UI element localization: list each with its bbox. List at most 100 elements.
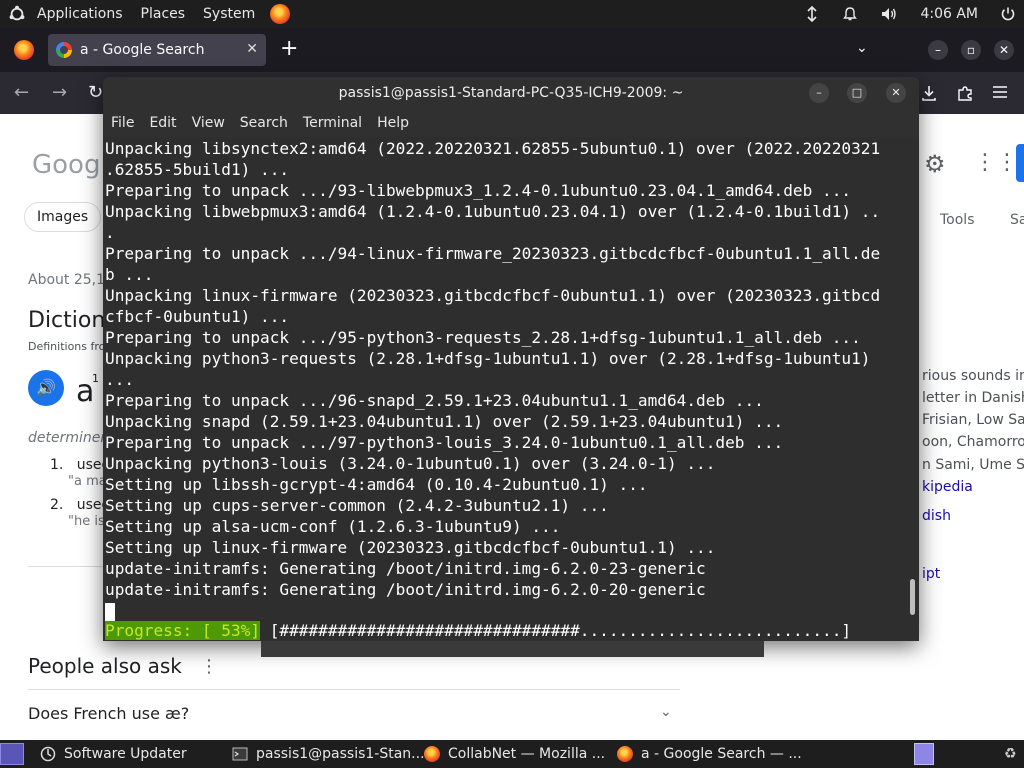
firefox-launcher-icon[interactable] <box>270 4 291 24</box>
forward-arrow-icon[interactable]: → <box>52 82 67 103</box>
taskbar-item-label: passis1@passis1-Stan... <box>256 746 425 762</box>
trash-icon[interactable]: ♻ <box>1004 746 1017 762</box>
knowledge-panel-text-3: Frisian, Low Sax <box>922 412 1024 428</box>
clock[interactable]: 4:06 AM <box>920 6 978 22</box>
firefox-icon <box>617 746 633 762</box>
terminal-cursor-line <box>105 600 919 621</box>
reload-icon[interactable]: ↻ <box>88 82 103 103</box>
menu-search[interactable]: Search <box>240 115 288 131</box>
top-panel-menu: Applications Places System <box>0 4 291 24</box>
software-updater-icon <box>40 746 56 762</box>
danish-link[interactable]: dish <box>922 508 951 524</box>
taskbar-item-terminal[interactable]: passis1@passis1-Stan... <box>232 744 425 764</box>
taskbar-item-label: Software Updater <box>64 746 187 762</box>
menu-view[interactable]: View <box>192 115 225 131</box>
terminal-titlebar[interactable]: passis1@passis1-Standard-PC-Q35-ICH9-200… <box>103 77 919 109</box>
back-arrow-icon[interactable]: ← <box>14 82 29 103</box>
more-options-icon[interactable]: ⋮ <box>200 656 218 677</box>
tab-close-icon[interactable]: ✕ <box>246 41 258 57</box>
filter-chip-images[interactable]: Images <box>24 202 102 232</box>
taskbar-item-software-updater[interactable]: Software Updater <box>40 744 187 764</box>
background-window-edge <box>261 641 764 657</box>
progress-bar: [###############################........… <box>260 621 852 640</box>
firefox-maximize-icon[interactable]: ▫ <box>961 40 981 60</box>
knowledge-panel-text-2: letter in Danish, <box>922 390 1024 406</box>
definitions-source: Definitions fro <box>28 340 106 353</box>
definition-1: 1. used <box>50 457 110 473</box>
part-of-speech: determiner <box>28 430 107 446</box>
firefox-close-icon[interactable]: ✕ <box>994 40 1014 60</box>
results-count: About 25,15 <box>28 272 114 288</box>
question-1[interactable]: Does French use æ? <box>28 704 189 723</box>
show-desktop-button[interactable] <box>0 743 24 765</box>
settings-gear-icon[interactable]: ⚙ <box>924 150 946 178</box>
google-favicon-icon <box>56 42 72 58</box>
pronunciation-speaker-icon[interactable]: 🔊 <box>28 370 64 406</box>
new-tab-button[interactable]: + <box>280 36 298 61</box>
terminal-minimize-icon[interactable]: – <box>809 83 829 103</box>
taskbar-item-google-search[interactable]: a - Google Search — ... <box>617 744 802 764</box>
safesearch-button[interactable]: Sa <box>1010 212 1024 228</box>
menu-file[interactable]: File <box>111 115 134 131</box>
menu-help[interactable]: Help <box>377 115 409 131</box>
dictionary-word-superscript: 1 <box>92 372 99 385</box>
terminal-line: Unpacking snapd (2.59.1+23.04ubuntu1.1) … <box>105 412 784 431</box>
terminal-title: passis1@passis1-Standard-PC-Q35-ICH9-200… <box>338 85 684 101</box>
desktop: Applications Places System 4:06 AM a - G… <box>0 0 1024 768</box>
tools-button[interactable]: Tools <box>940 212 975 228</box>
script-link[interactable]: ipt <box>922 566 940 582</box>
terminal-line: Preparing to unpack .../96-snapd_2.59.1+… <box>105 391 764 410</box>
terminal-line: .62855-5build1) ... <box>105 160 290 179</box>
taskbar-item-collabnet[interactable]: CollabNet — Mozilla ... <box>424 744 605 764</box>
terminal-close-icon[interactable]: ✕ <box>886 83 906 103</box>
terminal-line: Setting up linux-firmware (20230323.gitb… <box>105 538 716 557</box>
terminal-line: Preparing to unpack .../95-python3-reque… <box>105 328 861 347</box>
firefox-minimize-icon[interactable]: – <box>928 40 948 60</box>
progress-label: Progress: [ 53%] <box>105 621 261 640</box>
terminal-line: Unpacking libsynctex2:amd64 (2022.202203… <box>105 139 881 158</box>
wikipedia-link[interactable]: kipedia <box>922 479 973 495</box>
terminal-line: b ... <box>105 265 154 284</box>
terminal-line: Preparing to unpack .../94-linux-firmwar… <box>105 244 881 263</box>
extensions-puzzle-icon[interactable] <box>956 84 974 102</box>
sign-in-button[interactable] <box>1016 144 1024 182</box>
menu-edit[interactable]: Edit <box>149 115 176 131</box>
bottom-taskbar: Software Updater passis1@passis1-Stan...… <box>0 740 1024 768</box>
terminal-scrollbar[interactable] <box>910 579 915 615</box>
ubuntu-logo-icon[interactable] <box>8 5 26 23</box>
firefox-tab-bar: a - Google Search ✕ + ⌄ – ▫ ✕ <box>0 28 1024 72</box>
terminal-lines: Unpacking libsynctex2:amd64 (2022.202203… <box>105 138 919 600</box>
network-icon[interactable] <box>804 6 820 22</box>
notification-bell-icon[interactable] <box>842 6 858 22</box>
terminal-line: Preparing to unpack .../93-libwebpmux3_1… <box>105 181 852 200</box>
terminal-line: Unpacking python3-requests (2.28.1+dfsg-… <box>105 349 871 368</box>
terminal-line: Unpacking python3-louis (3.24.0-1ubuntu0… <box>105 454 716 473</box>
terminal-line: . <box>105 223 115 242</box>
text-cursor <box>105 602 115 621</box>
downloads-icon[interactable] <box>920 84 938 102</box>
terminal-maximize-icon[interactable]: □ <box>847 83 867 103</box>
places-menu[interactable]: Places <box>134 6 193 22</box>
volume-icon[interactable] <box>880 6 898 22</box>
top-panel-tray: 4:06 AM <box>782 6 1024 22</box>
firefox-icon <box>424 746 440 762</box>
applications-menu[interactable]: Applications <box>30 6 130 22</box>
tab-google-search[interactable]: a - Google Search ✕ <box>48 34 266 66</box>
knowledge-panel-text-5: n Sami, Ume Sar <box>922 457 1024 473</box>
hamburger-menu-icon[interactable] <box>992 85 1008 99</box>
chevron-down-icon[interactable]: ⌄ <box>660 704 672 720</box>
terminal-line: update-initramfs: Generating /boot/initr… <box>105 559 706 578</box>
workspace-switcher[interactable] <box>914 743 934 765</box>
firefox-view-icon[interactable] <box>14 40 34 60</box>
menu-terminal[interactable]: Terminal <box>303 115 362 131</box>
taskbar-item-label: a - Google Search — ... <box>641 746 802 762</box>
terminal-line: Setting up cups-server-common (2.4.2-3ub… <box>105 496 609 515</box>
terminal-output[interactable]: Unpacking libsynctex2:amd64 (2022.202203… <box>103 137 919 641</box>
progress-line: Progress: [ 53%] [######################… <box>105 620 851 641</box>
terminal-line: Setting up libssh-gcrypt-4:amd64 (0.10.4… <box>105 475 648 494</box>
system-menu[interactable]: System <box>196 6 262 22</box>
knowledge-panel-text-1: rious sounds in se <box>922 368 1024 384</box>
list-tabs-chevron-icon[interactable]: ⌄ <box>856 40 868 56</box>
power-icon[interactable] <box>1000 6 1016 22</box>
terminal-line: ... <box>105 370 135 389</box>
